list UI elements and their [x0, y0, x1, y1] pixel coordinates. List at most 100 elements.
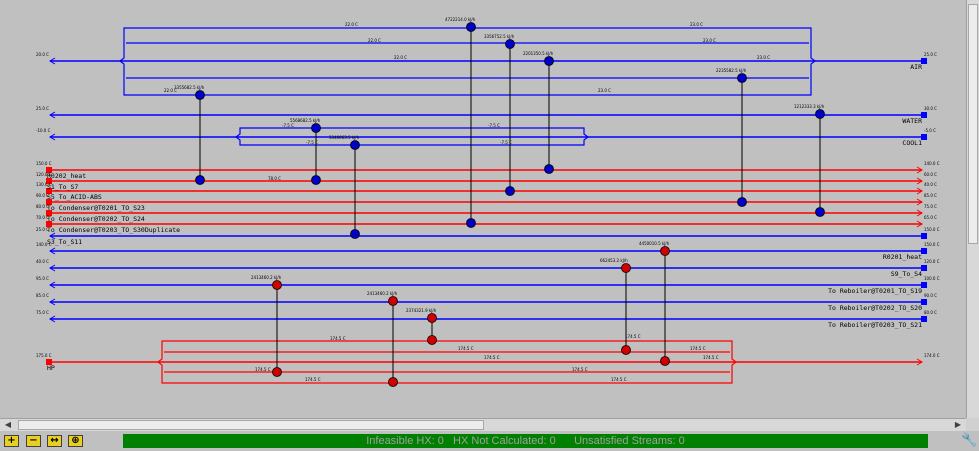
hx-node[interactable] — [195, 175, 205, 185]
stream-start-temp: 40.0 C — [36, 259, 49, 264]
stream-r201 — [49, 247, 927, 255]
hx-node[interactable] — [311, 123, 321, 133]
hx-node[interactable] — [466, 218, 476, 228]
scroll-corner — [966, 418, 979, 431]
hx-node[interactable] — [737, 197, 747, 207]
hx-node[interactable] — [272, 367, 282, 377]
vertical-scrollbar[interactable] — [966, 0, 979, 418]
stream-end-temp: -5.0 C — [924, 128, 936, 133]
hx-node[interactable] — [350, 229, 360, 239]
heat-exchanger-e1[interactable] — [466, 22, 476, 228]
split-temp-label: 22.0 C — [394, 55, 407, 60]
stream-end-square — [921, 233, 927, 239]
stream-name-hp: HP — [47, 364, 55, 372]
plus-icon: + — [7, 435, 16, 446]
hx-duty-label: 662453.2 kJ/h — [600, 258, 628, 263]
horizontal-scroll-thumb[interactable] — [18, 420, 484, 430]
stream-name-r202: R0202_heat — [47, 172, 86, 180]
wrench-icon[interactable]: 🔧 — [961, 433, 977, 449]
hx-node[interactable] — [815, 207, 825, 217]
stream-start-temp: 25.0 C — [36, 227, 49, 232]
scroll-right-arrow-icon[interactable]: ▶ — [952, 420, 964, 430]
hx-node[interactable] — [505, 186, 515, 196]
stream-name-reb520: To Reboiler@T0202_TO_S20 — [828, 304, 922, 312]
stream-end-temp: 150.0 C — [924, 242, 940, 247]
fit-all-button[interactable]: ⊕ — [68, 435, 83, 447]
heat-exchanger-e4[interactable] — [737, 73, 747, 207]
stream-reb519 — [49, 281, 927, 289]
scroll-left-arrow-icon[interactable]: ◀ — [2, 420, 14, 430]
hx-node[interactable] — [427, 335, 437, 345]
hx-grid-window: AIR 20.0 C 25.0 C WATER 25.0 C 30.0 C COOL1 -10… — [0, 0, 979, 451]
hx-duty-label: 2413460.2 kJ/h — [251, 275, 282, 280]
hx-duty-label: 4722214.0 kJ/h — [445, 17, 476, 22]
hx-node[interactable] — [427, 313, 437, 323]
stream-r202 — [46, 166, 923, 174]
heat-exchanger-e9[interactable] — [660, 246, 670, 366]
stream-name-reb521: To Reboiler@T0203_TO_S21 — [828, 321, 922, 329]
hx-node[interactable] — [388, 296, 398, 306]
hx-grid-canvas[interactable]: AIR 20.0 C 25.0 C WATER 25.0 C 30.0 C COOL1 -10… — [0, 0, 966, 418]
stream-start-temp: 175.0 C — [36, 353, 52, 358]
hx-node[interactable] — [544, 56, 554, 66]
hx-node[interactable] — [195, 90, 205, 100]
hx-node[interactable] — [544, 164, 554, 174]
hx-node[interactable] — [272, 280, 282, 290]
stream-cond523 — [46, 198, 923, 206]
stream-s9s4 — [49, 264, 927, 272]
split-temp-label: 22.0 C — [368, 38, 381, 43]
split-temp-label: 174.5 C — [572, 367, 588, 372]
zoom-in-button[interactable]: + — [4, 435, 19, 447]
stream-air — [49, 57, 927, 65]
fit-all-icon: ⊕ — [71, 435, 80, 446]
horizontal-scrollbar[interactable]: ◀ ▶ — [0, 418, 966, 431]
hx-node[interactable] — [505, 39, 515, 49]
stream-end-temp: 140.0 C — [924, 161, 940, 166]
heat-exchanger-e2[interactable] — [505, 39, 515, 196]
hx-node[interactable] — [737, 73, 747, 83]
vertical-scroll-thumb[interactable] — [968, 4, 978, 244]
hx-node[interactable] — [621, 345, 631, 355]
hx-node[interactable] — [388, 377, 398, 387]
split-temp-label: -7.5 C — [282, 123, 294, 128]
split-temp-label: -7.5 C — [488, 123, 500, 128]
heat-exchanger-e13[interactable] — [427, 313, 437, 345]
stream-name-reb519: To Reboiler@T0201_TO_S19 — [828, 287, 922, 295]
split-temp-label: 174.5 C — [484, 355, 500, 360]
stream-name-s9s4: S9_To_S4 — [891, 270, 922, 278]
stream-name-cond530: To Condenser@T0203_TO_S30Duplicate — [47, 226, 180, 234]
stream-start-temp: 75.0 C — [36, 310, 49, 315]
stream-end-temp: 85.0 C — [924, 193, 937, 198]
split-temp-label: 23.0 C — [703, 38, 716, 43]
split-temp-label: 174.5 C — [703, 355, 719, 360]
hx-node[interactable] — [660, 246, 670, 256]
stream-end-temp: 100.0 C — [924, 276, 940, 281]
hx-node[interactable] — [660, 356, 670, 366]
split-temp-label: 22.0 C — [345, 22, 358, 27]
labels-layer: AIR 20.0 C 25.0 C WATER 25.0 C 30.0 C COOL1 -10… — [36, 17, 940, 382]
stream-name-s5abs: S5_To_ACID-ABS — [47, 193, 102, 201]
stream-name-r201: R0201_heat — [883, 253, 922, 261]
stream-reb520 — [49, 298, 927, 306]
split-temp-label: 174.5 C — [255, 367, 271, 372]
hx-grid-diagram[interactable]: AIR 20.0 C 25.0 C WATER 25.0 C 30.0 C COOL1 -10… — [0, 0, 966, 418]
hx-node[interactable] — [621, 263, 631, 273]
hx-node[interactable] — [311, 175, 321, 185]
hx-node[interactable] — [466, 22, 476, 32]
zoom-out-button[interactable]: − — [26, 435, 41, 447]
stream-name-s3s11: S3_To_S11 — [47, 238, 82, 246]
status-bar: Infeasible HX: 0 HX Not Calculated: 0 Un… — [123, 434, 928, 448]
fit-width-button[interactable]: ↔ — [47, 435, 62, 447]
stream-name-air: AIR — [910, 63, 922, 71]
stream-name-cond523: To Condenser@T0201_TO_S23 — [47, 204, 145, 212]
stream-s1s7 — [46, 177, 923, 185]
hx-node[interactable] — [815, 109, 825, 119]
heat-exchanger-e8[interactable] — [815, 109, 825, 217]
stream-reb521 — [49, 315, 927, 323]
split-temp-label: 174.5 C — [330, 336, 346, 341]
stream-start-temp: 130.0 C — [36, 182, 52, 187]
heat-exchanger-e6[interactable] — [311, 123, 321, 185]
stream-start-temp: 70.0 C — [36, 215, 49, 220]
hx-node[interactable] — [350, 140, 360, 150]
split-temp-label: -7.5 C — [500, 140, 512, 145]
